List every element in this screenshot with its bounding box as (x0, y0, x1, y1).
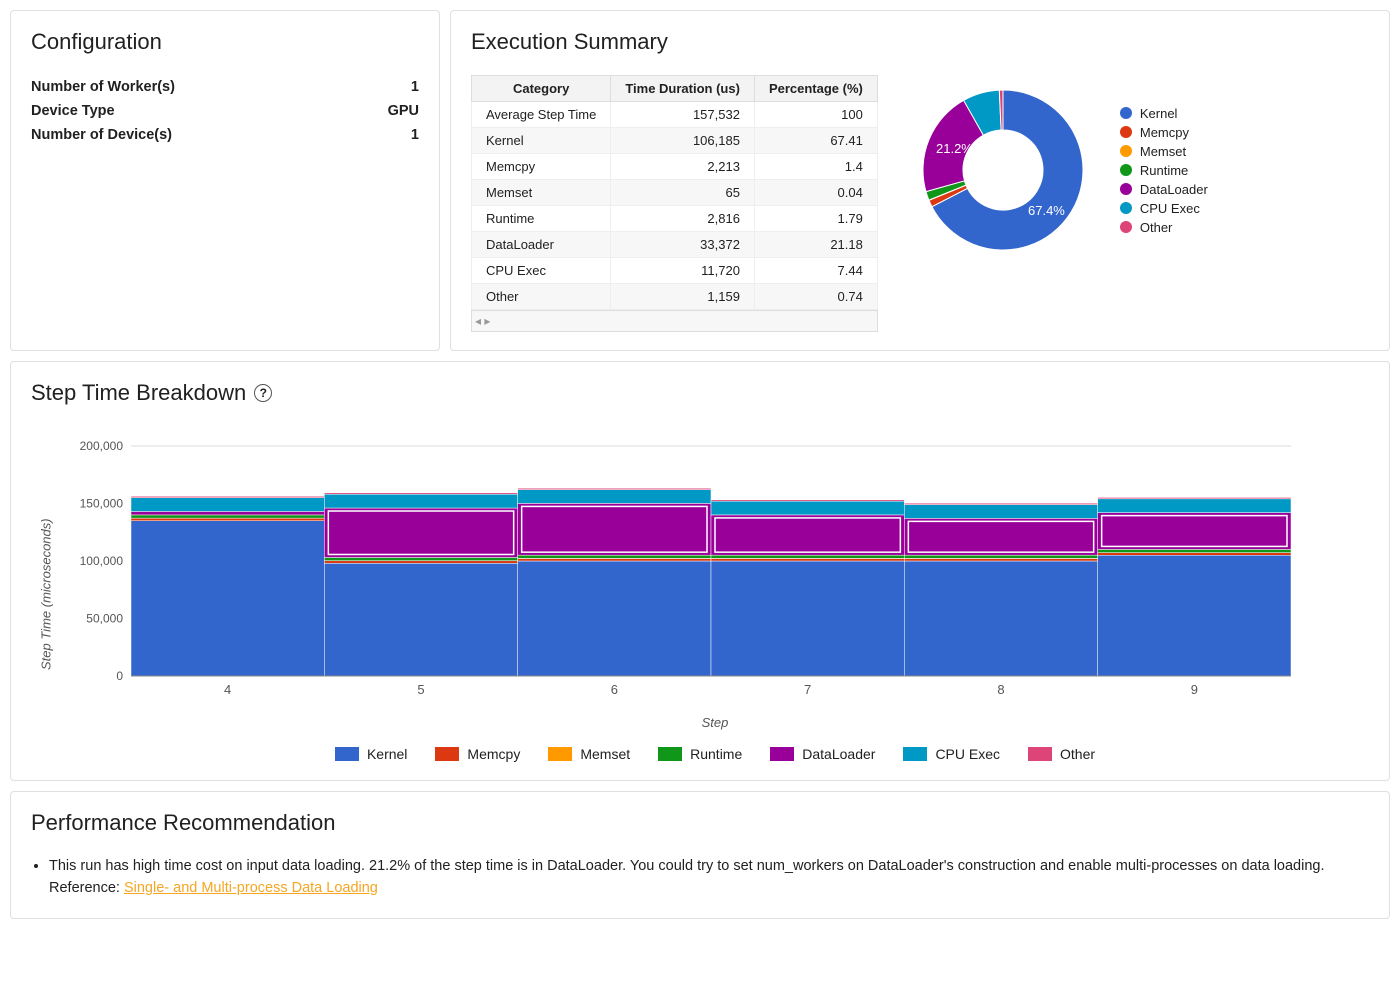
execution-summary-card: Execution Summary Category Time Duration… (450, 10, 1390, 351)
legend-item[interactable]: Memcpy (435, 746, 520, 762)
legend-item[interactable]: Runtime (658, 746, 742, 762)
legend-item[interactable]: Kernel (1120, 104, 1208, 123)
col-category[interactable]: Category (472, 76, 611, 102)
help-icon[interactable]: ? (254, 384, 272, 402)
legend-item[interactable]: Runtime (1120, 161, 1208, 180)
table-row[interactable]: Other1,1590.74 (472, 284, 878, 310)
svg-text:67.4%: 67.4% (1028, 203, 1065, 218)
performance-recommendation-card: Performance Recommendation This run has … (10, 791, 1390, 919)
execution-summary-donut-chart[interactable]: 67.4% 21.2% (898, 75, 1108, 265)
step-ylabel: Step Time (microseconds) (31, 426, 61, 762)
col-duration[interactable]: Time Duration (us) (611, 76, 755, 102)
table-row[interactable]: Memcpy2,2131.4 (472, 154, 878, 180)
svg-text:100,000: 100,000 (80, 554, 124, 568)
recommendation-item: This run has high time cost on input dat… (49, 856, 1369, 900)
svg-text:9: 9 (1191, 682, 1198, 697)
step-time-stacked-bar-chart[interactable]: 0 50,000 100,000 150,000 200,000 4 5 6 7 8 9 (61, 426, 1311, 706)
configuration-title: Configuration (31, 29, 419, 55)
config-row: Number of Worker(s) 1 (31, 75, 419, 99)
legend-item[interactable]: Kernel (335, 746, 407, 762)
legend-item[interactable]: Memset (548, 746, 630, 762)
execution-summary-table: Category Time Duration (us) Percentage (… (471, 75, 878, 310)
svg-text:150,000: 150,000 (80, 497, 124, 511)
legend-item[interactable]: CPU Exec (1120, 199, 1208, 218)
svg-text:8: 8 (997, 682, 1004, 697)
legend-item[interactable]: CPU Exec (903, 746, 1000, 762)
legend-item[interactable]: Other (1120, 218, 1208, 237)
legend-item[interactable]: Memset (1120, 142, 1208, 161)
configuration-card: Configuration Number of Worker(s) 1 Devi… (10, 10, 440, 351)
config-label: Number of Worker(s) (31, 79, 175, 95)
legend-item[interactable]: DataLoader (1120, 180, 1208, 199)
svg-text:7: 7 (804, 682, 811, 697)
svg-text:4: 4 (224, 682, 231, 697)
step-xlabel: Step (61, 715, 1369, 730)
config-value: 1 (411, 127, 419, 143)
table-row[interactable]: CPU Exec11,7207.44 (472, 258, 878, 284)
config-row: Number of Device(s) 1 (31, 123, 419, 147)
execution-table-wrap: Category Time Duration (us) Percentage (… (471, 75, 878, 332)
table-row[interactable]: DataLoader33,37221.18 (472, 232, 878, 258)
table-row[interactable]: Runtime2,8161.79 (472, 206, 878, 232)
svg-text:200,000: 200,000 (80, 439, 124, 453)
config-row: Device Type GPU (31, 99, 419, 123)
table-row[interactable]: Memset650.04 (472, 180, 878, 206)
col-percentage[interactable]: Percentage (%) (754, 76, 877, 102)
config-value: GPU (388, 103, 419, 119)
donut-legend: KernelMemcpyMemsetRuntimeDataLoaderCPU E… (1120, 104, 1208, 237)
table-row[interactable]: Average Step Time157,532100 (472, 102, 878, 128)
step-time-breakdown-card: Step Time Breakdown ? Step Time (microse… (10, 361, 1390, 781)
table-pager[interactable]: ◂ ▸ (471, 310, 878, 332)
svg-text:5: 5 (417, 682, 424, 697)
execution-summary-title: Execution Summary (471, 29, 1369, 55)
svg-text:0: 0 (116, 669, 123, 683)
step-legend: Kernel Memcpy Memset Runtime DataLoader CPU E… (61, 746, 1369, 762)
svg-text:6: 6 (611, 682, 618, 697)
legend-item[interactable]: DataLoader (770, 746, 875, 762)
step-time-title: Step Time Breakdown (31, 380, 246, 406)
legend-item[interactable]: Other (1028, 746, 1095, 762)
legend-item[interactable]: Memcpy (1120, 123, 1208, 142)
config-label: Device Type (31, 103, 115, 119)
svg-text:50,000: 50,000 (86, 612, 123, 626)
performance-recommendation-title: Performance Recommendation (31, 810, 1369, 836)
recommendation-link[interactable]: Single- and Multi-process Data Loading (124, 880, 378, 896)
table-row[interactable]: Kernel106,18567.41 (472, 128, 878, 154)
config-label: Number of Device(s) (31, 127, 172, 143)
config-value: 1 (411, 79, 419, 95)
svg-text:21.2%: 21.2% (936, 141, 973, 156)
